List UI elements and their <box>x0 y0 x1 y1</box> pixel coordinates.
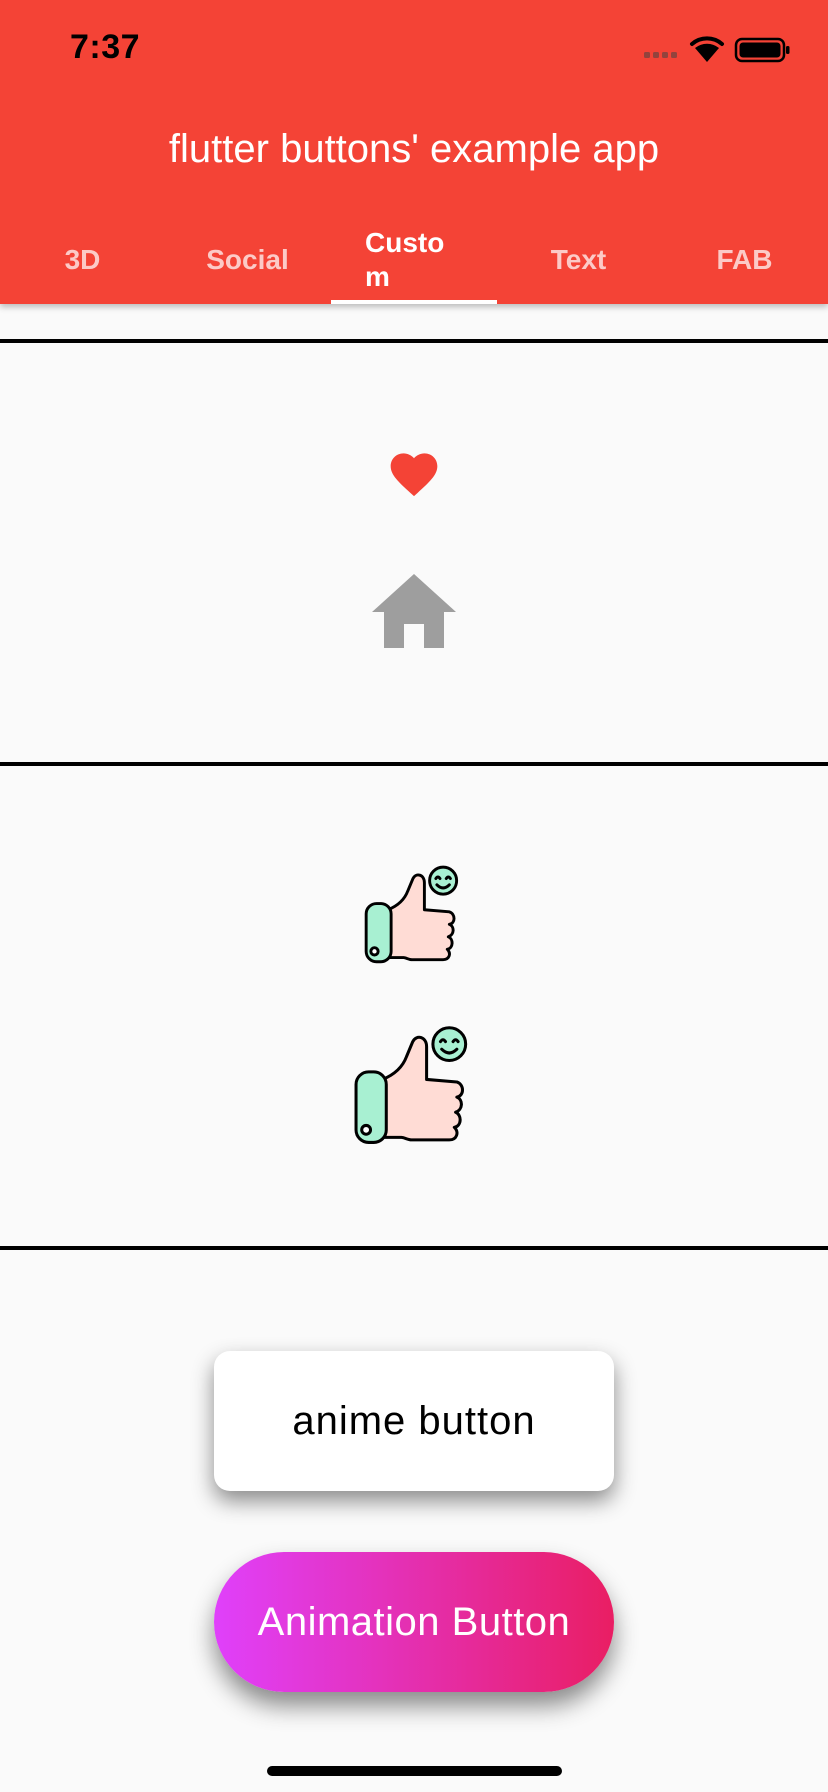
tab-label: Custom <box>365 227 445 292</box>
thumbs-up-icon <box>354 1026 468 1144</box>
tab-social[interactable]: Social <box>165 216 330 304</box>
thumbs-up-icon <box>364 865 459 964</box>
app-bar: 7:37 flutter buttons' example app 3D Soc… <box>0 0 828 304</box>
battery-icon <box>734 37 790 63</box>
tab-fab[interactable]: FAB <box>662 216 827 304</box>
status-icons <box>644 36 790 63</box>
home-button[interactable] <box>372 574 456 653</box>
home-indicator <box>267 1766 562 1776</box>
thumbs-up-button-small[interactable] <box>362 864 466 973</box>
tab-text[interactable]: Text <box>496 216 661 304</box>
section-divider <box>0 339 828 343</box>
thumbs-up-button-large[interactable] <box>350 1024 478 1155</box>
tab-label: 3D <box>64 244 101 275</box>
section-divider <box>0 1246 828 1250</box>
anime-button[interactable]: anime button <box>214 1351 614 1491</box>
wifi-icon <box>690 36 724 62</box>
heart-icon <box>390 453 438 497</box>
tab-custom[interactable]: Custom <box>331 216 496 304</box>
tab-indicator <box>331 300 497 304</box>
heart-button[interactable] <box>386 446 442 503</box>
tab-label: FAB <box>716 244 773 275</box>
tab-label: Social <box>206 244 289 275</box>
home-icon <box>372 574 456 648</box>
tab-label: Text <box>550 244 607 275</box>
tab-bar: 3D Social Custom Text FAB <box>0 216 828 304</box>
cellular-signal-icon <box>644 52 677 58</box>
status-time: 7:37 <box>70 28 141 66</box>
app-title: flutter buttons' example app <box>168 127 660 171</box>
animation-button[interactable]: Animation Button <box>214 1552 614 1692</box>
tab-3d[interactable]: 3D <box>0 216 165 304</box>
section-divider <box>0 762 828 766</box>
